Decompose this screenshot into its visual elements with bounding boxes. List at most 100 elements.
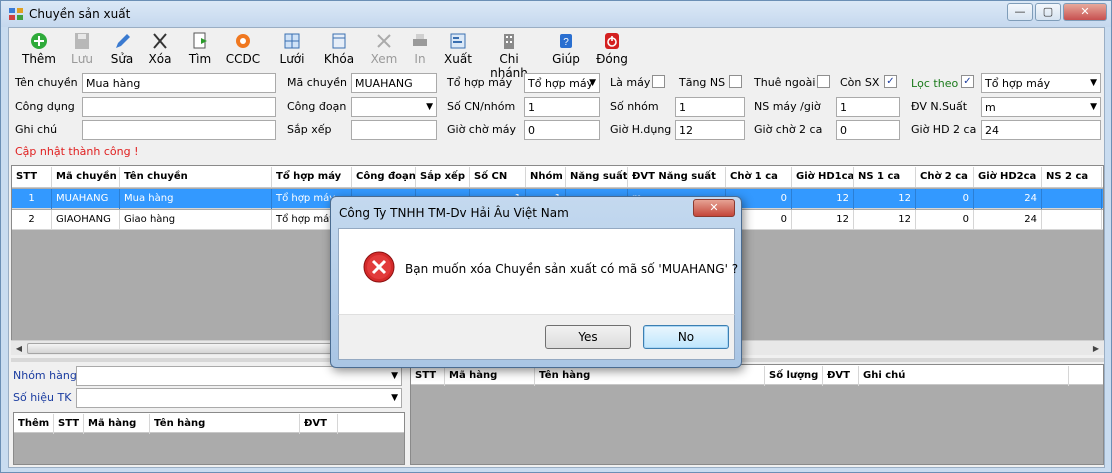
maximize-button[interactable]: ▢ — [1035, 3, 1061, 21]
gio-hdung-input[interactable]: 12 — [675, 120, 745, 140]
help-button[interactable]: ? Giúp — [551, 32, 581, 66]
search-button[interactable]: Tìm — [185, 32, 215, 66]
ten-chuyen-label: Tên chuyền — [15, 76, 78, 89]
chevron-down-icon: ▼ — [391, 393, 398, 403]
so-nhom-input[interactable]: 1 — [675, 97, 745, 117]
column-header[interactable]: Nhóm — [526, 167, 566, 187]
loc-theo-checkbox[interactable]: ✓ — [961, 75, 974, 88]
column-header[interactable]: Chờ 2 ca — [916, 167, 974, 187]
column-header[interactable]: ĐVT — [300, 414, 338, 434]
nhom-hang-select[interactable]: ▼ — [76, 366, 402, 386]
add-button[interactable]: Thêm — [21, 32, 57, 66]
gio-cho-may-input[interactable]: 0 — [524, 120, 600, 140]
ma-chuyen-label: Mã chuyền — [287, 76, 347, 89]
grid-icon — [284, 33, 300, 49]
column-header[interactable]: STT — [12, 167, 52, 187]
so-cn-nhom-input[interactable]: 1 — [524, 97, 600, 117]
la-may-label: Là máy — [610, 76, 651, 89]
la-may-checkbox[interactable] — [652, 75, 665, 88]
loc-theo-select[interactable]: Tổ hợp máy ▼ — [981, 73, 1101, 93]
table-cell — [1042, 210, 1102, 230]
column-header[interactable]: NS 2 ca — [1042, 167, 1102, 187]
export-button[interactable]: Xuất — [443, 32, 473, 66]
column-header[interactable]: Chờ 1 ca — [726, 167, 792, 187]
column-header[interactable]: Ghi chú — [859, 366, 1069, 386]
gio-cho-2ca-input[interactable]: 0 — [836, 120, 900, 140]
column-header[interactable]: Số CN — [470, 167, 526, 187]
grid-header: STT Mã hàng Tên hàng Số lượng ĐVT Ghi chú — [411, 365, 1103, 386]
to-hop-may-select[interactable]: Tổ hợp máy ▼ — [524, 73, 600, 93]
cong-dung-input[interactable] — [82, 97, 276, 117]
svg-text:?: ? — [563, 37, 569, 48]
ns-may-gio-input[interactable]: 1 — [836, 97, 900, 117]
column-header[interactable]: Tên hàng — [535, 366, 765, 386]
thue-ngoai-label: Thuê ngoài — [754, 76, 816, 89]
column-header[interactable]: Thêm — [14, 414, 54, 434]
table-cell: 1 — [12, 189, 52, 209]
yes-button[interactable]: Yes — [545, 325, 631, 349]
grid-button[interactable]: Lưới — [277, 32, 307, 66]
ten-chuyen-input[interactable]: Mua hàng — [82, 73, 276, 93]
no-button[interactable]: No — [643, 325, 729, 349]
chevron-down-icon: ▼ — [1090, 102, 1097, 112]
chevron-down-icon: ▼ — [1090, 78, 1097, 88]
sap-xep-input[interactable] — [351, 120, 437, 140]
column-header[interactable]: Tên hàng — [150, 414, 300, 434]
lock-button[interactable]: Khóa — [323, 32, 355, 66]
column-header[interactable]: STT — [411, 366, 445, 386]
column-header[interactable]: Giờ HD2ca — [974, 167, 1042, 187]
table-cell: 2 — [12, 210, 52, 230]
printer-icon — [413, 34, 427, 46]
left-items-grid: Thêm STT Mã hàng Tên hàng ĐVT — [13, 412, 405, 465]
minimize-button[interactable]: — — [1007, 3, 1033, 21]
table-cell: 0 — [916, 210, 974, 230]
ma-chuyen-input[interactable]: MUAHANG — [351, 73, 437, 93]
save-icon — [75, 33, 89, 49]
ccdc-button[interactable]: CCDC — [225, 32, 261, 66]
column-header[interactable]: STT — [54, 414, 84, 434]
lock-icon — [332, 33, 346, 49]
column-header[interactable]: Tổ hợp máy — [272, 167, 352, 187]
column-header[interactable]: Mã chuyền — [52, 167, 120, 187]
gio-hd-2ca-input[interactable]: 24 — [981, 120, 1101, 140]
ghi-chu-input[interactable] — [82, 120, 276, 140]
column-header[interactable]: Giờ HD1ca — [792, 167, 854, 187]
view-icon — [377, 34, 391, 48]
loc-theo-label: Lọc theo — [911, 77, 959, 90]
column-header[interactable]: Năng suất — [566, 167, 628, 187]
print-button[interactable]: In — [407, 32, 433, 66]
table-cell: 0 — [916, 189, 974, 209]
building-icon — [504, 34, 514, 49]
edit-button[interactable]: Sửa — [107, 32, 137, 66]
close-window-button[interactable]: ✕ — [1063, 3, 1107, 21]
column-header[interactable]: ĐVT Năng suất — [628, 167, 726, 187]
view-button[interactable]: Xem — [369, 32, 399, 66]
dialog-close-button[interactable]: ✕ — [693, 199, 735, 217]
tang-ns-checkbox[interactable] — [729, 75, 742, 88]
thue-ngoai-checkbox[interactable] — [817, 75, 830, 88]
tang-ns-label: Tăng NS — [679, 76, 726, 89]
so-hieu-tk-label: Số hiệu TK — [13, 391, 72, 404]
column-header[interactable]: Công đoạn — [352, 167, 416, 187]
con-sx-checkbox[interactable]: ✓ — [884, 75, 897, 88]
pencil-icon — [116, 34, 130, 48]
nhom-hang-label: Nhóm hàng — [13, 369, 77, 382]
column-header[interactable]: Tên chuyền — [120, 167, 272, 187]
scroll-left-icon[interactable]: ◀ — [12, 342, 26, 355]
ghi-chu-label: Ghi chú — [15, 123, 58, 136]
close-form-button[interactable]: Đóng — [595, 32, 629, 66]
so-hieu-tk-select[interactable]: ▼ — [76, 388, 402, 408]
column-header[interactable]: ĐVT — [823, 366, 859, 386]
column-header[interactable]: Sắp xếp — [416, 167, 470, 187]
column-header[interactable]: Số lượng — [765, 366, 823, 386]
delete-button[interactable]: Xóa — [145, 32, 175, 66]
cong-doan-select[interactable]: ▼ — [351, 97, 437, 117]
app-icon — [9, 8, 23, 20]
column-header[interactable]: Mã hàng — [84, 414, 150, 434]
save-button[interactable]: Lưu — [67, 32, 97, 66]
column-header[interactable]: NS 1 ca — [854, 167, 916, 187]
grid-header: STT Mã chuyền Tên chuyền Tổ hợp máy Công đoạ… — [12, 166, 1103, 188]
scroll-right-icon[interactable]: ▶ — [1089, 342, 1103, 355]
dv-nsuat-select[interactable]: m ▼ — [981, 97, 1101, 117]
column-header[interactable]: Mã hàng — [445, 366, 535, 386]
